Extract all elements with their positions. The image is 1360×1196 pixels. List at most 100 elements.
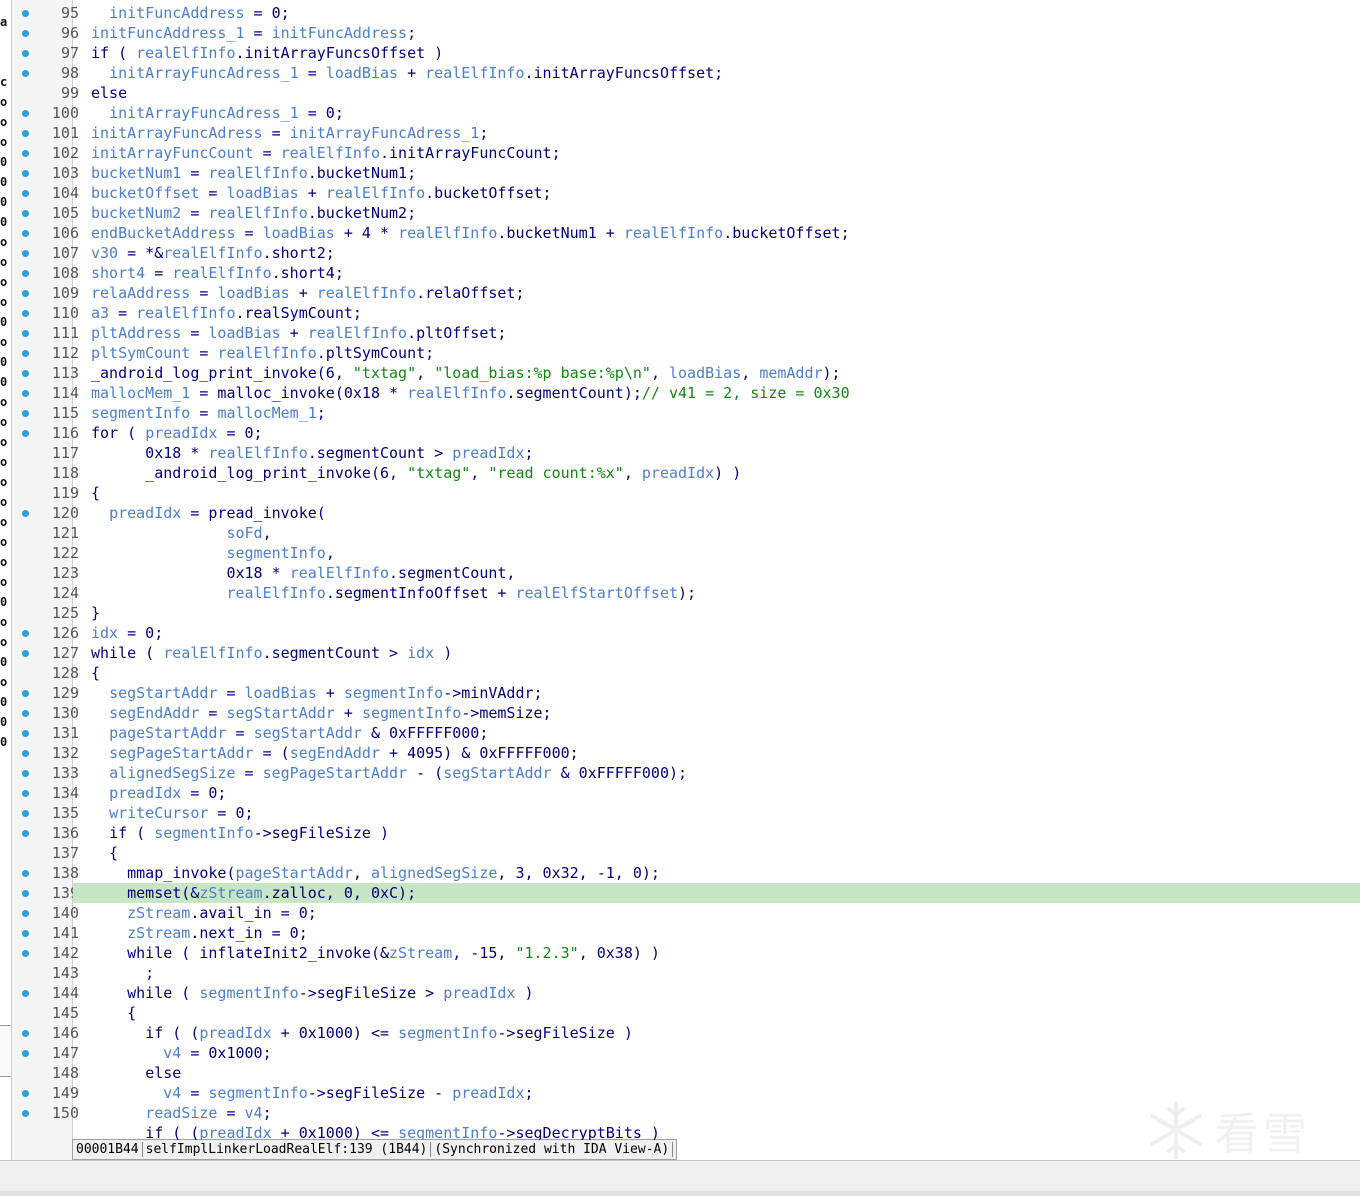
code-text[interactable]: if ( (preadIdx + 0x1000) <= segmentInfo-… — [91, 1023, 633, 1043]
code-token[interactable]: segPageStartAddr — [263, 764, 408, 782]
code-line[interactable]: 98 initArrayFuncAdress_1 = loadBias + re… — [12, 63, 1360, 83]
code-token[interactable]: v4 — [245, 1104, 263, 1122]
code-text[interactable]: v4 = 0x1000; — [91, 1043, 271, 1063]
code-line[interactable]: 125} — [12, 603, 1360, 623]
code-token[interactable]: preadIdx — [145, 424, 217, 442]
code-line[interactable]: 113 _android_log_print_invoke(6, "txtag",… — [12, 363, 1360, 383]
breakpoint-dot-icon[interactable] — [22, 210, 29, 217]
code-token[interactable]: segEndAddr — [290, 744, 380, 762]
code-token[interactable]: segmentInfo — [398, 1124, 497, 1140]
code-token[interactable]: zStream — [389, 944, 452, 962]
code-token[interactable]: realElfInfo — [407, 384, 506, 402]
code-line[interactable]: 114 mallocMem_1 = malloc_invoke(0x18 * re… — [12, 383, 1360, 403]
breakpoint-dot-icon[interactable] — [22, 690, 29, 697]
code-token[interactable]: realElfInfo — [136, 44, 235, 62]
code-token[interactable]: segStartAddr — [226, 704, 334, 722]
code-text[interactable]: zStream.avail_in = 0; — [91, 903, 317, 923]
code-line[interactable]: 144 while ( segmentInfo->segFileSize > p… — [12, 983, 1360, 1003]
code-text[interactable]: initArrayFuncAdress_1 = 0; — [91, 103, 344, 123]
code-line[interactable]: 124 realElfInfo.segmentInfoOffset + real… — [12, 583, 1360, 603]
code-token[interactable]: readSize — [145, 1104, 217, 1122]
code-line[interactable]: 119 { — [12, 483, 1360, 503]
breakpoint-dot-icon[interactable] — [22, 330, 29, 337]
code-line[interactable]: 139 memset(&zStream.zalloc, 0, 0xC); — [12, 883, 1360, 903]
breakpoint-dot-icon[interactable] — [22, 10, 29, 17]
code-text[interactable]: mmap_invoke(pageStartAddr, alignedSegSiz… — [91, 863, 660, 883]
code-token[interactable]: realElfInfo — [398, 224, 497, 242]
breakpoint-dot-icon[interactable] — [22, 290, 29, 297]
left-panel-splitter[interactable] — [0, 1025, 11, 1077]
code-line[interactable]: 102 initArrayFuncCount = realElfInfo.init… — [12, 143, 1360, 163]
code-text[interactable]: v30 = *&realElfInfo.short2; — [91, 243, 335, 263]
code-token[interactable]: initFuncAddress — [109, 4, 244, 22]
code-line[interactable]: 126 idx = 0; — [12, 623, 1360, 643]
code-token[interactable]: preadIdx — [452, 444, 524, 462]
code-token[interactable]: loadBias — [208, 324, 280, 342]
code-text[interactable]: zStream.next_in = 0; — [91, 923, 308, 943]
code-token[interactable]: pltAddress — [91, 324, 181, 342]
breakpoint-dot-icon[interactable] — [22, 230, 29, 237]
code-text[interactable]: initArrayFuncCount = realElfInfo.initArr… — [91, 143, 561, 163]
code-text[interactable]: soFd, — [91, 523, 271, 543]
code-text[interactable]: preadIdx = pread_invoke( — [91, 503, 326, 523]
code-token[interactable]: segmentInfo — [154, 824, 253, 842]
code-token[interactable]: preadIdx — [109, 784, 181, 802]
code-text[interactable]: else — [91, 83, 127, 103]
code-token[interactable]: short4 — [91, 264, 145, 282]
code-token[interactable]: zStream — [199, 884, 262, 902]
code-token[interactable]: endBucketAddress — [91, 224, 236, 242]
code-line[interactable]: 109 relaAddress = loadBias + realElfInfo.… — [12, 283, 1360, 303]
code-token[interactable]: zStream — [127, 904, 190, 922]
code-text[interactable]: { — [91, 1003, 136, 1023]
code-line[interactable]: 123 0x18 * realElfInfo.segmentCount, — [12, 563, 1360, 583]
breakpoint-dot-icon[interactable] — [22, 50, 29, 57]
breakpoint-dot-icon[interactable] — [22, 370, 29, 377]
code-text[interactable]: { — [91, 483, 100, 503]
code-line[interactable]: 147 v4 = 0x1000; — [12, 1043, 1360, 1063]
code-text[interactable]: initArrayFuncAdress_1 = loadBias + realE… — [91, 63, 723, 83]
code-token[interactable]: initArrayFuncAdress — [91, 124, 263, 142]
code-line[interactable]: 136 if ( segmentInfo->segFileSize ) — [12, 823, 1360, 843]
breakpoint-dot-icon[interactable] — [22, 950, 29, 957]
code-token[interactable]: realElfInfo — [281, 144, 380, 162]
breakpoint-dot-icon[interactable] — [22, 410, 29, 417]
code-text[interactable]: } — [91, 603, 100, 623]
code-text[interactable]: { — [91, 843, 118, 863]
code-token[interactable]: realElfInfo — [208, 444, 307, 462]
code-text[interactable]: a3 = realElfInfo.realSymCount; — [91, 303, 362, 323]
code-text[interactable]: initFuncAddress = 0; — [91, 3, 290, 23]
code-token[interactable]: segStartAddr — [443, 764, 551, 782]
code-token[interactable]: pageStartAddr — [236, 864, 353, 882]
breakpoint-dot-icon[interactable] — [22, 1090, 29, 1097]
code-token[interactable]: segPageStartAddr — [109, 744, 254, 762]
code-token[interactable]: alignedSegSize — [109, 764, 235, 782]
code-text[interactable]: relaAddress = loadBias + realElfInfo.rel… — [91, 283, 525, 303]
code-line[interactable]: 120 preadIdx = pread_invoke( — [12, 503, 1360, 523]
breakpoint-dot-icon[interactable] — [22, 390, 29, 397]
code-text[interactable]: bucketNum2 = realElfInfo.bucketNum2; — [91, 203, 416, 223]
code-line[interactable]: 105 bucketNum2 = realElfInfo.bucketNum2; — [12, 203, 1360, 223]
code-token[interactable]: initFuncAddress_1 — [91, 24, 245, 42]
code-text[interactable]: idx = 0; — [91, 623, 163, 643]
code-token[interactable]: loadBias — [263, 224, 335, 242]
breakpoint-dot-icon[interactable] — [22, 190, 29, 197]
code-token[interactable]: realElfInfo — [163, 644, 262, 662]
code-token[interactable]: realElfInfo — [172, 264, 271, 282]
code-text[interactable]: segmentInfo, — [91, 543, 334, 563]
code-token[interactable]: preadIdx — [199, 1124, 271, 1140]
code-line[interactable]: 128 { — [12, 663, 1360, 683]
code-token[interactable]: initArrayFuncAdress_1 — [290, 124, 480, 142]
code-token[interactable]: v4 — [163, 1084, 181, 1102]
breakpoint-dot-icon[interactable] — [22, 110, 29, 117]
code-line[interactable]: 95 initFuncAddress = 0; — [12, 3, 1360, 23]
code-line[interactable]: 133 alignedSegSize = segPageStartAddr - … — [12, 763, 1360, 783]
code-line[interactable]: 96 initFuncAddress_1 = initFuncAddress; — [12, 23, 1360, 43]
breakpoint-dot-icon[interactable] — [22, 830, 29, 837]
code-token[interactable]: segmentInfo — [208, 1084, 307, 1102]
code-text[interactable]: if ( (preadIdx + 0x1000) <= segmentInfo-… — [91, 1123, 660, 1140]
code-token[interactable]: realElfInfo — [317, 284, 416, 302]
code-token[interactable]: loadBias — [245, 684, 317, 702]
code-token[interactable]: bucketNum1 — [91, 164, 181, 182]
code-token[interactable]: initArrayFuncAdress_1 — [109, 104, 299, 122]
code-token[interactable]: pageStartAddr — [109, 724, 226, 742]
